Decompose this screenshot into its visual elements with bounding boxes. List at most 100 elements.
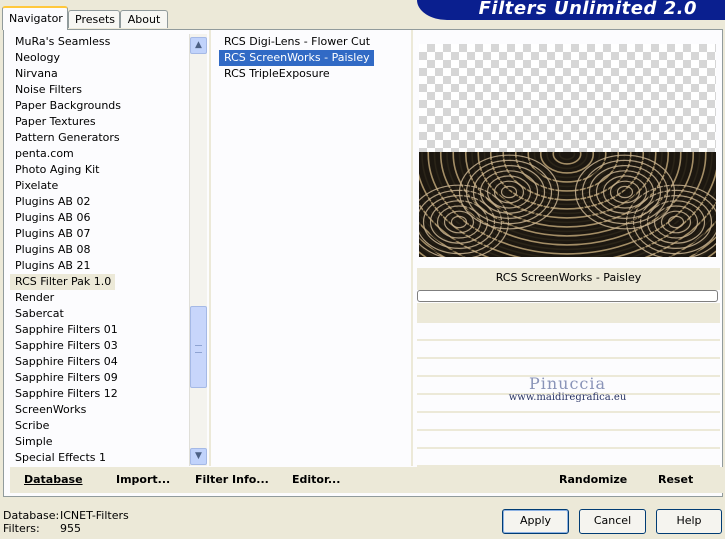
filter-preview-image <box>419 152 716 257</box>
category-label: Noise Filters <box>15 83 82 96</box>
filter-info-link[interactable]: Filter Info... <box>195 473 269 486</box>
category-label: Sapphire Filters 03 <box>15 339 118 352</box>
filters-label: Filters: <box>3 522 40 535</box>
database-value: ICNET-Filters <box>60 509 129 522</box>
import-link[interactable]: Import... <box>116 473 170 486</box>
category-item[interactable]: Nirvana <box>10 66 188 82</box>
category-item[interactable]: Special Effects 1 <box>10 450 188 466</box>
category-label: Scribe <box>15 419 50 432</box>
category-label: Special Effects 1 <box>15 451 107 464</box>
progress-bar <box>417 290 718 302</box>
navigator-panel: MuRa's Seamless Neology Nirvana Noise Filte… <box>3 29 723 497</box>
category-item[interactable]: Noise Filters <box>10 82 188 98</box>
watermark-url: www.maidiregrafica.eu <box>508 392 627 403</box>
param-row <box>417 341 720 359</box>
param-header <box>417 303 720 323</box>
filter-item[interactable]: RCS ScreenWorks - Paisley <box>219 50 409 66</box>
category-label: Plugins AB 21 <box>15 259 91 272</box>
category-item[interactable]: Plugins AB 21 <box>10 258 188 274</box>
category-label: penta.com <box>15 147 74 160</box>
category-item[interactable]: Plugins AB 02 <box>10 194 188 210</box>
category-item[interactable]: Sapphire Filters 01 <box>10 322 188 338</box>
category-label: Sapphire Filters 09 <box>15 371 118 384</box>
watermark: Pinuccia www.maidiregrafica.eu <box>419 374 716 403</box>
filters-count: 955 <box>60 522 81 535</box>
filter-list[interactable]: RCS Digi-Lens - Flower Cut RCS ScreenWork… <box>219 34 409 82</box>
category-item[interactable]: Pixelate <box>10 178 188 194</box>
category-list[interactable]: MuRa's Seamless Neology Nirvana Noise Filte… <box>10 34 188 466</box>
filter-label: RCS Digi-Lens - Flower Cut <box>224 35 371 48</box>
watermark-name: Pinuccia <box>528 374 607 393</box>
category-item[interactable]: Sapphire Filters 09 <box>10 370 188 386</box>
category-label: Simple <box>15 435 53 448</box>
filter-label: RCS ScreenWorks - Paisley <box>219 50 374 66</box>
category-label: MuRa's Seamless <box>15 35 111 48</box>
param-row <box>417 413 720 431</box>
tab-navigator[interactable]: Navigator <box>2 6 68 30</box>
scroll-down-button[interactable]: ▼ <box>190 448 207 465</box>
list-divider <box>209 30 211 466</box>
filter-item[interactable]: RCS TripleExposure <box>219 66 409 82</box>
category-item[interactable]: RCS Filter Pak 1.0 <box>10 274 188 290</box>
category-item[interactable]: Plugins AB 06 <box>10 210 188 226</box>
category-label: Sapphire Filters 01 <box>15 323 118 336</box>
category-label: Render <box>15 291 55 304</box>
editor-link[interactable]: Editor... <box>292 473 340 486</box>
database-link[interactable]: Database <box>24 473 83 486</box>
preview-area <box>419 44 716 257</box>
panel-action-bar: Database Import... Filter Info... Editor… <box>10 467 723 493</box>
category-item[interactable]: Simple <box>10 434 188 450</box>
category-item[interactable]: Photo Aging Kit <box>10 162 188 178</box>
title-banner: Filters Unlimited 2.0 <box>417 0 725 20</box>
category-item[interactable]: Pattern Generators <box>10 130 188 146</box>
scroll-thumb[interactable] <box>190 306 207 388</box>
category-item[interactable]: Plugins AB 07 <box>10 226 188 242</box>
filter-name-label: RCS ScreenWorks - Paisley <box>417 268 720 290</box>
banner-title: Filters Unlimited 2.0 <box>478 0 697 19</box>
category-item[interactable]: Plugins AB 08 <box>10 242 188 258</box>
category-item[interactable]: ScreenWorks <box>10 402 188 418</box>
category-label: Sabercat <box>15 307 64 320</box>
database-label: Database: <box>3 509 60 522</box>
param-row <box>417 431 720 449</box>
category-item[interactable]: MuRa's Seamless <box>10 34 188 50</box>
apply-button[interactable]: Apply <box>502 509 569 534</box>
tab-about[interactable]: About <box>120 10 168 28</box>
category-item[interactable]: Sabercat <box>10 306 188 322</box>
category-item[interactable]: Sapphire Filters 04 <box>10 354 188 370</box>
help-button[interactable]: Help <box>656 509 722 534</box>
status-area: Database:ICNET-Filters Filters: 955 <box>3 509 129 535</box>
category-label: Nirvana <box>15 67 58 80</box>
category-item[interactable]: Scribe <box>10 418 188 434</box>
cancel-button[interactable]: Cancel <box>579 509 646 534</box>
param-row <box>417 449 720 467</box>
category-label: RCS Filter Pak 1.0 <box>10 274 116 290</box>
category-item[interactable]: Neology <box>10 50 188 66</box>
category-item[interactable]: penta.com <box>10 146 188 162</box>
category-item[interactable]: Paper Textures <box>10 114 188 130</box>
category-label: Plugins AB 08 <box>15 243 91 256</box>
randomize-link[interactable]: Randomize <box>559 473 627 486</box>
reset-link[interactable]: Reset <box>658 473 693 486</box>
transparency-checker <box>419 44 716 152</box>
tab-presets[interactable]: Presets <box>68 10 120 28</box>
category-label: Paper Textures <box>15 115 96 128</box>
category-label: Plugins AB 06 <box>15 211 91 224</box>
category-label: ScreenWorks <box>15 403 87 416</box>
category-label: Plugins AB 02 <box>15 195 91 208</box>
category-label: Pixelate <box>15 179 59 192</box>
category-item[interactable]: Paper Backgrounds <box>10 98 188 114</box>
category-label: Sapphire Filters 12 <box>15 387 118 400</box>
category-item[interactable]: Render <box>10 290 188 306</box>
category-label: Plugins AB 07 <box>15 227 91 240</box>
category-item[interactable]: Sapphire Filters 03 <box>10 338 188 354</box>
grip-icon <box>195 345 202 353</box>
category-item[interactable]: Sapphire Filters 12 <box>10 386 188 402</box>
category-scrollbar[interactable]: ▲ ▼ <box>189 34 207 466</box>
category-label: Pattern Generators <box>15 131 120 144</box>
preview-divider <box>411 30 413 466</box>
scroll-up-button[interactable]: ▲ <box>190 37 207 54</box>
category-label: Sapphire Filters 04 <box>15 355 118 368</box>
category-label: Neology <box>15 51 61 64</box>
filter-item[interactable]: RCS Digi-Lens - Flower Cut <box>219 34 409 50</box>
